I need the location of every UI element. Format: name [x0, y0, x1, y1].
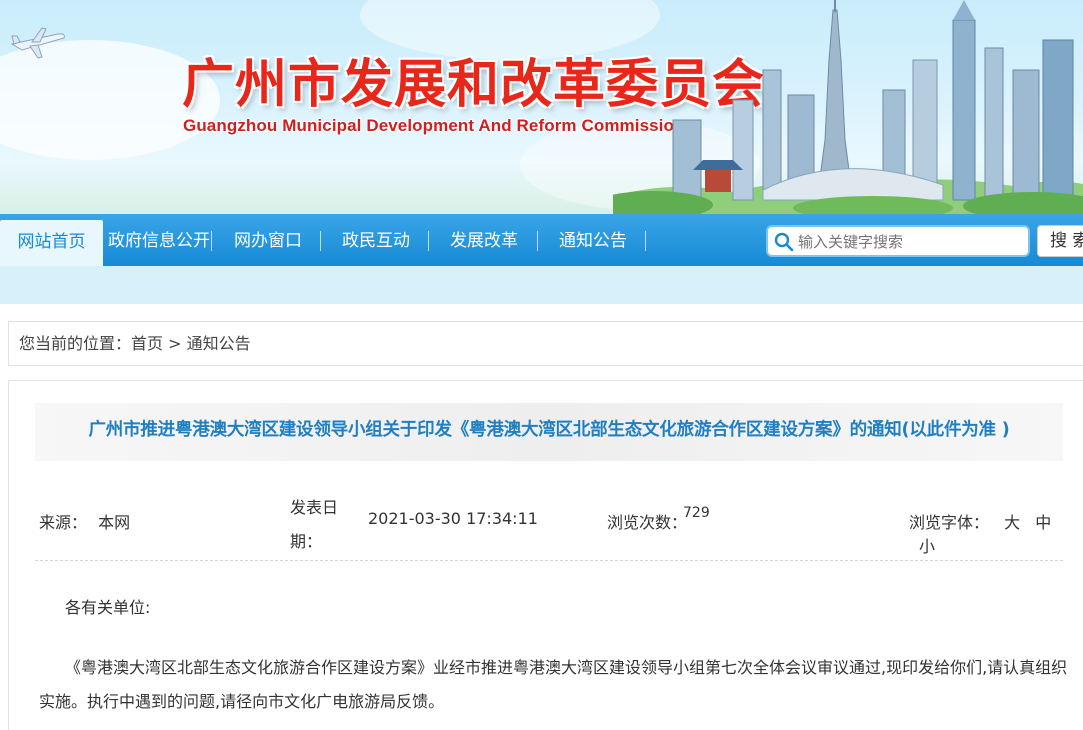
font-size-label: 浏览字体： — [909, 513, 990, 532]
nav-announcements[interactable]: 通知公告 — [543, 214, 643, 266]
font-small-button[interactable]: 小 — [919, 537, 935, 556]
airplane-icon — [10, 27, 65, 59]
nav-public-interaction[interactable]: 政民互动 — [326, 214, 426, 266]
sub-nav-strip — [0, 266, 1083, 304]
search-input[interactable] — [798, 230, 1023, 254]
article-meta: 来源： 本网 发表日期： 2021-03-30 17:34:11 浏览次数： 7… — [35, 469, 1063, 561]
city-skyline-illustration — [613, 0, 1083, 214]
nav-divider — [428, 231, 429, 251]
article-body: 各有关单位: 《粤港澳大湾区北部生态文化旅游合作区建设方案》业经市推进粤港澳大湾… — [39, 591, 1069, 719]
source-info: 来源： 本网 — [39, 509, 130, 533]
breadcrumb-prefix: 您当前的位置： — [19, 334, 132, 353]
breadcrumb-current-link[interactable]: 通知公告 — [187, 334, 251, 353]
view-count-label: 浏览次数： — [607, 513, 688, 532]
source-value: 本网 — [98, 513, 131, 532]
view-count-value: 729 — [683, 505, 710, 521]
nav-online-service[interactable]: 网办窗口 — [218, 214, 318, 266]
breadcrumb: 您当前的位置：首页 > 通知公告 — [8, 321, 1083, 366]
search-button[interactable]: 搜 索 — [1037, 225, 1083, 257]
nav-divider — [537, 231, 538, 251]
article-container: 广州市推进粤港澳大湾区建设领导小组关于印发《粤港澳大湾区北部生态文化旅游合作区建… — [8, 380, 1083, 730]
nav-gov-info-disclosure[interactable]: 政府信息公开 — [107, 214, 211, 266]
nav-divider — [211, 231, 212, 251]
breadcrumb-separator: > — [168, 334, 182, 353]
article-paragraph: 《粤港澳大湾区北部生态文化旅游合作区建设方案》业经市推进粤港澳大湾区建设领导小组… — [39, 658, 1068, 711]
font-size-control: 浏览字体： 大 中 小 — [909, 509, 1063, 557]
publish-date-value: 2021-03-30 17:34:11 — [368, 509, 538, 528]
font-large-button[interactable]: 大 — [1004, 513, 1020, 532]
nav-development-reform[interactable]: 发展改革 — [434, 214, 534, 266]
breadcrumb-home-link[interactable]: 首页 — [131, 334, 163, 353]
nav-divider — [645, 231, 646, 251]
font-medium-button[interactable]: 中 — [1035, 513, 1051, 532]
search-box — [766, 225, 1030, 257]
source-label: 来源： — [39, 513, 88, 532]
site-title-en: Guangzhou Municipal Development And Refo… — [183, 116, 685, 135]
article-greeting: 各有关单位: — [65, 598, 151, 617]
nav-divider — [320, 231, 321, 251]
site-banner: 广州市发展和改革委员会 Guangzhou Municipal Developm… — [0, 0, 1083, 214]
publish-date-label: 发表日期： — [290, 498, 339, 551]
article-title: 广州市推进粤港澳大湾区建设领导小组关于印发《粤港澳大湾区北部生态文化旅游合作区建… — [35, 403, 1063, 461]
search-icon — [774, 232, 794, 252]
